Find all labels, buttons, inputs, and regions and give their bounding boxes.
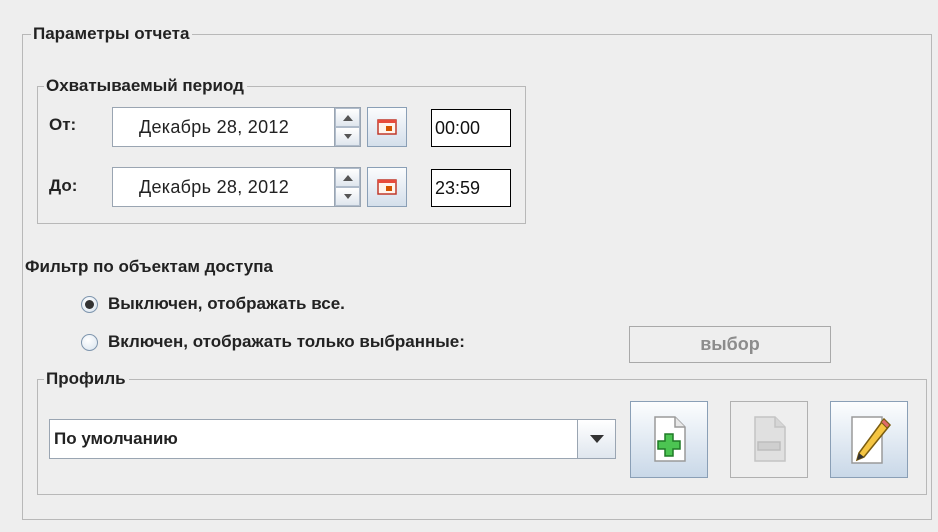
to-calendar-button[interactable] <box>367 167 407 207</box>
chevron-down-icon <box>343 134 352 139</box>
add-profile-button[interactable] <box>630 401 708 478</box>
to-date-spinner <box>334 167 361 207</box>
chevron-up-icon <box>342 114 353 121</box>
to-date-field[interactable]: Декабрь 28, 2012 <box>112 167 334 207</box>
filter-off-radio[interactable] <box>81 296 98 313</box>
period-title: Охватываемый период <box>44 75 247 97</box>
radio-selected-dot <box>85 300 94 309</box>
profile-select-value: По умолчанию <box>54 429 178 448</box>
to-spin-down-button[interactable] <box>335 187 360 206</box>
from-date-spinner <box>334 107 361 147</box>
report-params-title: Параметры отчета <box>31 23 193 45</box>
to-time-field[interactable]: 23:59 <box>431 169 511 207</box>
calendar-icon <box>377 119 397 135</box>
chevron-up-icon <box>342 174 353 181</box>
calendar-icon <box>377 179 397 195</box>
chevron-down-icon <box>343 194 352 199</box>
to-label: До: <box>49 176 78 195</box>
from-spin-down-button[interactable] <box>335 127 360 146</box>
from-calendar-button[interactable] <box>367 107 407 147</box>
pencil-icon <box>851 415 892 464</box>
select-objects-button[interactable]: выбор <box>629 326 831 363</box>
edit-profile-button[interactable] <box>830 401 908 478</box>
from-time-field[interactable]: 00:00 <box>431 109 511 147</box>
filter-title: Фильтр по объектам доступа <box>25 257 273 276</box>
from-spin-up-button[interactable] <box>335 108 360 127</box>
from-date-field[interactable]: Декабрь 28, 2012 <box>112 107 334 147</box>
to-spin-up-button[interactable] <box>335 168 360 187</box>
chevron-down-icon <box>589 435 604 443</box>
remove-document-icon <box>754 415 786 462</box>
filter-on-label[interactable]: Включен, отображать только выбранные: <box>108 331 465 353</box>
profile-title: Профиль <box>44 368 129 390</box>
filter-off-label[interactable]: Выключен, отображать все. <box>108 293 345 315</box>
add-document-icon <box>654 415 686 462</box>
remove-profile-button[interactable] <box>730 401 808 478</box>
profile-select[interactable]: По умолчанию <box>49 419 616 459</box>
profile-dropdown-button[interactable] <box>577 420 615 458</box>
from-label: От: <box>49 115 77 134</box>
filter-on-radio[interactable] <box>81 334 98 351</box>
